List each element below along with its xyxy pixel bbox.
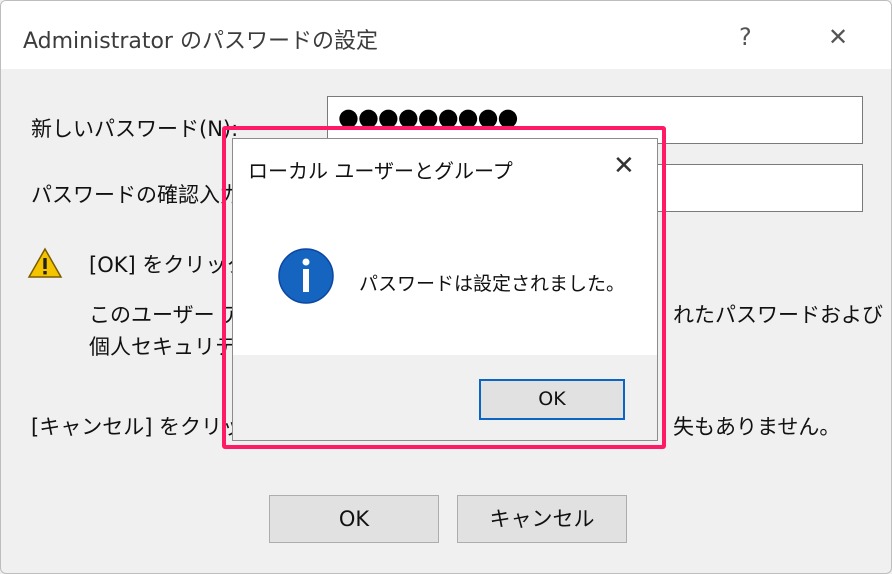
message-box-ok-button[interactable]: OK: [479, 379, 625, 420]
confirm-password-label: パスワードの確認入力: [31, 183, 241, 207]
message-box: ローカル ユーザーとグループ ✕ パスワードは設定されました。 OK: [232, 138, 658, 441]
cancel-button[interactable]: キャンセル: [457, 495, 627, 543]
cancel-note-right: 失もありません。: [673, 415, 841, 439]
title-bar: Administrator のパスワードの設定 ? ✕: [1, 1, 891, 69]
warning-line-3-left: 個人セキュリテ: [89, 335, 236, 359]
new-password-label: 新しいパスワード(N):: [31, 117, 239, 141]
message-box-title: ローカル ユーザーとグループ: [248, 159, 513, 183]
info-icon: [278, 248, 334, 304]
warning-line-2-left: このユーザー ア: [89, 303, 243, 327]
help-button[interactable]: ?: [739, 23, 752, 51]
warning-line-2-right: れたパスワードおよび: [673, 303, 883, 327]
message-box-close-button[interactable]: ✕: [613, 151, 635, 181]
message-box-footer: OK: [233, 355, 657, 440]
close-button[interactable]: ✕: [828, 23, 848, 51]
warning-icon: [27, 247, 63, 278]
dialog-title: Administrator のパスワードの設定: [23, 29, 378, 54]
ok-button[interactable]: OK: [269, 495, 439, 543]
message-text: パスワードは設定されました。: [359, 273, 626, 295]
